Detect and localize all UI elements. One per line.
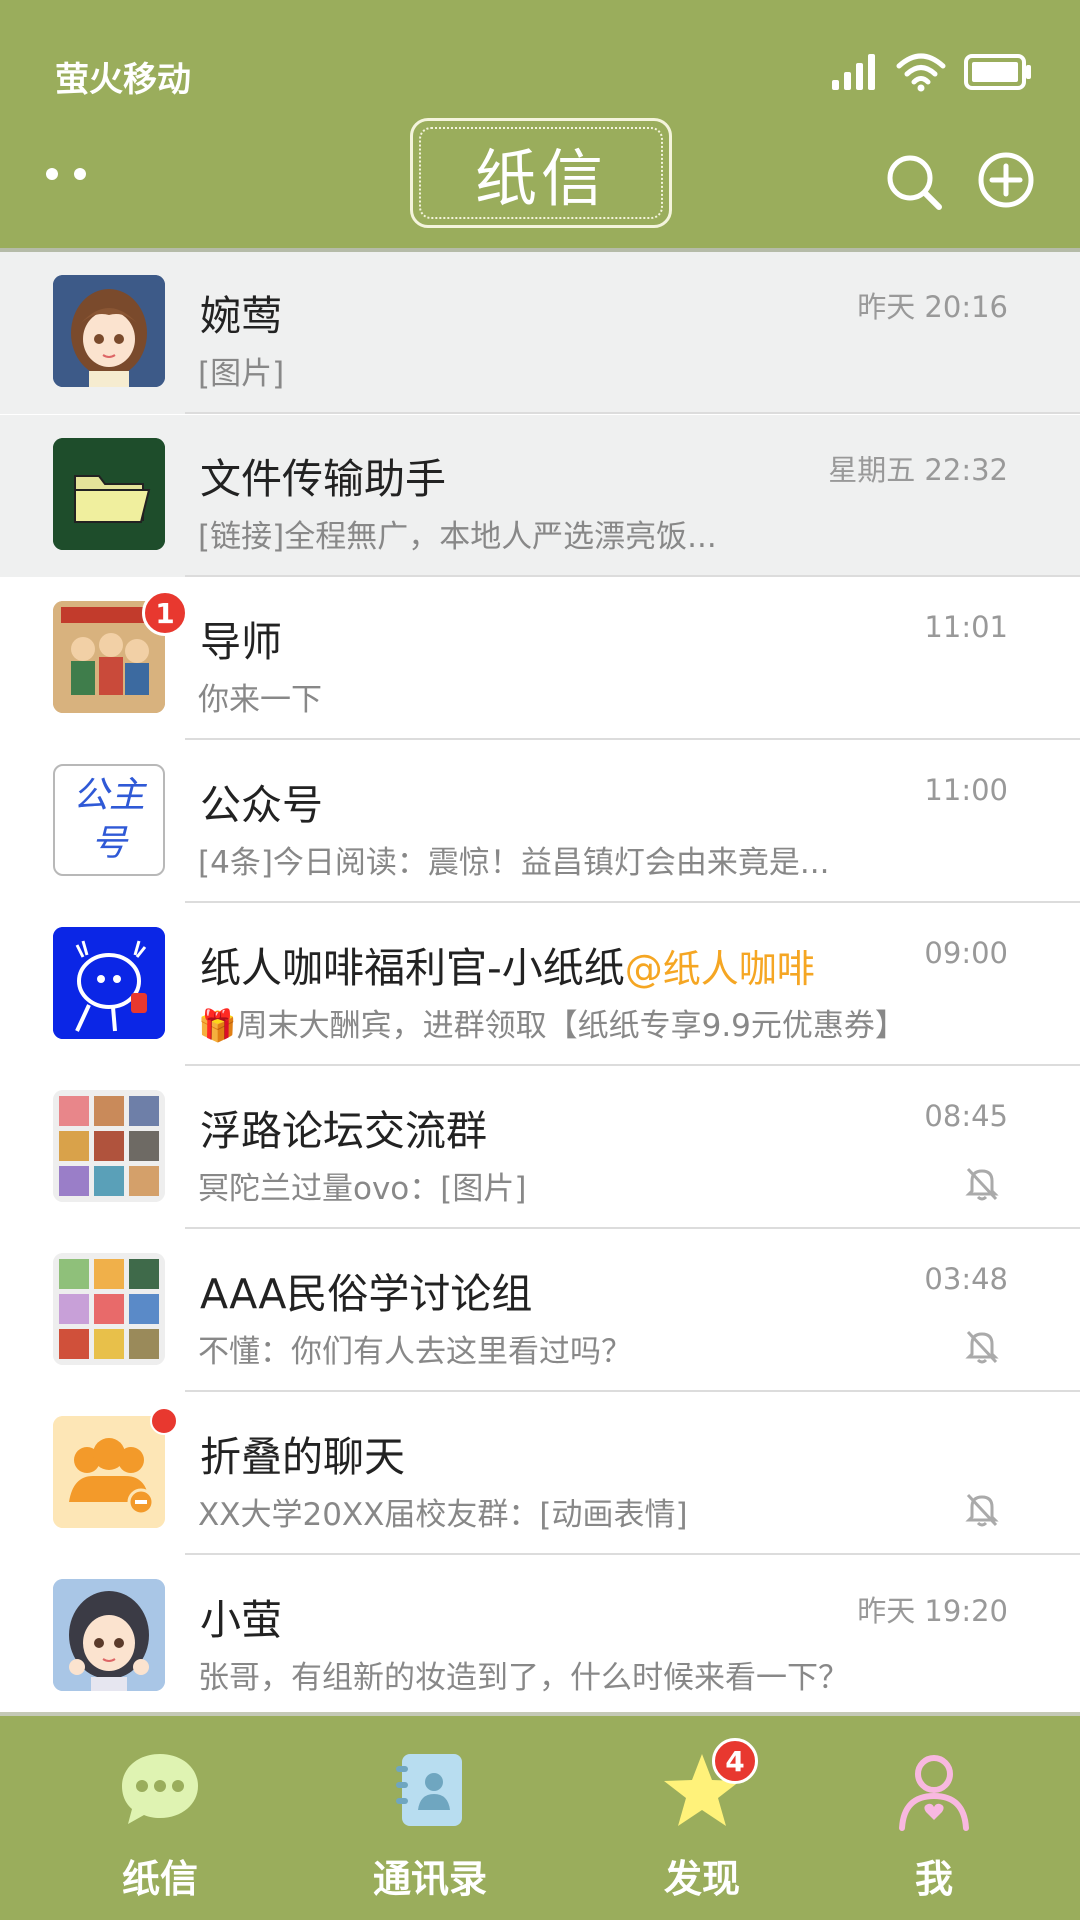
avatar (53, 1579, 165, 1691)
person-icon (899, 1755, 969, 1831)
contacts-book-icon (396, 1754, 462, 1826)
chat-preview: XX大学20XX届校友群：[动画表情] (198, 1497, 688, 1533)
chat-item-official-accounts[interactable]: 公主号 公众号 [4条]今日阅读：震惊！益昌镇灯会由来竟是... 11:00 (0, 741, 1080, 903)
carrier-name: 萤火移动 (55, 60, 191, 100)
chat-name: 折叠的聊天 (200, 1433, 405, 1481)
system-icons (830, 50, 1032, 94)
tab-label: 发现 (663, 1857, 740, 1901)
tab-me[interactable]: 我 (834, 1716, 1034, 1920)
add-circle-icon[interactable] (976, 150, 1036, 210)
chat-item-mentor[interactable]: 1 导师 你来一下 11:01 (0, 578, 1080, 740)
chat-item-wanying[interactable]: 婉莺 [图片] 昨天 20:16 (0, 252, 1080, 414)
chat-name: 公众号 (200, 781, 323, 829)
signal-icon (832, 54, 875, 90)
group-grid-avatar-icon (53, 1253, 165, 1365)
avatar (53, 1090, 165, 1202)
chat-name: 导师 (200, 618, 282, 666)
app-header: 纸信 (0, 112, 1080, 248)
mute-bell-icon (965, 1493, 999, 1527)
row-divider (185, 738, 1080, 740)
app-title: 纸信 (419, 127, 663, 219)
chat-item-xiaoying[interactable]: 小萤 张哥，有组新的妆造到了，什么时候来看一下？ 昨天 19:20 (0, 1556, 1080, 1718)
chat-preview: 不懂：你们有人去这里看过吗？ (198, 1334, 632, 1370)
tab-chats[interactable]: 纸信 (60, 1716, 260, 1920)
avatar: 公主号 (53, 764, 165, 876)
wifi-icon (896, 53, 946, 92)
tab-label: 我 (914, 1857, 953, 1901)
chat-name: AAA民俗学讨论组 (200, 1270, 533, 1318)
avatar (53, 1416, 165, 1528)
folded-group-icon (53, 1416, 165, 1528)
avatar (53, 1253, 165, 1365)
avatar-text: 公主号 (72, 775, 145, 864)
chat-name-text: 纸人咖啡福利官-小纸纸 (200, 944, 625, 992)
chat-preview: [4条]今日阅读：震惊！益昌镇灯会由来竟是... (198, 845, 830, 881)
chat-preview: [图片] (198, 356, 285, 392)
row-divider (185, 412, 1080, 414)
chat-preview: 冥陀兰过量ovo：[图片] (198, 1171, 527, 1207)
chat-name: 纸人咖啡福利官-小纸纸@纸人咖啡 (200, 934, 815, 994)
chat-preview: 🎁周末大酬宾，进群领取【纸纸专享9.9元优惠券】 (198, 1008, 906, 1044)
search-icon[interactable] (884, 152, 944, 212)
girl-avatar-icon (53, 275, 165, 387)
avatar (53, 927, 165, 1039)
mascot-icon (53, 927, 165, 1039)
chat-name: 婉莺 (200, 292, 282, 340)
chat-time: 昨天 20:16 (857, 290, 1008, 324)
chat-name: 小萤 (200, 1596, 282, 1644)
chat-list[interactable]: 婉莺 [图片] 昨天 20:16 文件传输助手 [链接]全程無广，本地人严选漂亮… (0, 252, 1080, 1712)
avatar (53, 275, 165, 387)
mute-bell-icon (965, 1330, 999, 1364)
app-title-frame: 纸信 (410, 118, 672, 228)
chat-item-paper-coffee[interactable]: 纸人咖啡福利官-小纸纸@纸人咖啡 🎁周末大酬宾，进群领取【纸纸专享9.9元优惠券… (0, 904, 1080, 1066)
chat-preview: [链接]全程無广，本地人严选漂亮饭... (198, 519, 717, 555)
girl-avatar-icon (53, 1579, 165, 1691)
folder-icon (53, 438, 165, 550)
row-divider (185, 1553, 1080, 1555)
group-grid-avatar-icon (53, 1090, 165, 1202)
chat-item-file-transfer[interactable]: 文件传输助手 [链接]全程無广，本地人严选漂亮饭... 星期五 22:32 (0, 415, 1080, 577)
row-divider (185, 1227, 1080, 1229)
tab-label: 通讯录 (372, 1857, 487, 1901)
battery-icon (964, 54, 1031, 90)
chat-preview: 张哥，有组新的妆造到了，什么时候来看一下？ (198, 1660, 849, 1696)
row-divider (185, 1390, 1080, 1392)
tab-discover[interactable]: 4 发现 (602, 1716, 802, 1920)
chat-time: 星期五 22:32 (828, 453, 1008, 487)
chat-time: 11:00 (924, 773, 1008, 807)
chat-item-folded-chats[interactable]: 折叠的聊天 XX大学20XX届校友群：[动画表情] (0, 1393, 1080, 1555)
mention-tag: @纸人咖啡 (624, 947, 815, 991)
chat-time: 03:48 (924, 1262, 1008, 1296)
unread-badge: 1 (142, 590, 188, 636)
chat-preview: 你来一下 (198, 682, 322, 718)
row-divider (185, 1064, 1080, 1066)
chat-time: 08:45 (924, 1099, 1008, 1133)
avatar (53, 438, 165, 550)
chat-time: 11:01 (924, 610, 1008, 644)
chat-item-folklore-group[interactable]: AAA民俗学讨论组 不懂：你们有人去这里看过吗？ 03:48 (0, 1230, 1080, 1392)
tab-contacts[interactable]: 通讯录 (330, 1716, 530, 1920)
discover-badge: 4 (712, 1738, 758, 1784)
chat-name: 文件传输助手 (200, 455, 446, 503)
mute-bell-icon (965, 1167, 999, 1201)
menu-dots-icon[interactable] (44, 164, 92, 184)
chat-time: 09:00 (924, 936, 1008, 970)
row-divider (185, 575, 1080, 577)
chat-item-fulu-forum[interactable]: 浮路论坛交流群 冥陀兰过量ovo：[图片] 08:45 (0, 1067, 1080, 1229)
tab-label: 纸信 (121, 1857, 198, 1901)
row-divider (185, 901, 1080, 903)
unread-dot (150, 1407, 178, 1435)
chat-name: 浮路论坛交流群 (200, 1107, 487, 1155)
status-bar: 萤火移动 (0, 0, 1080, 112)
bottom-tab-bar: 纸信 通讯录 4 发现 我 (0, 1712, 1080, 1920)
chat-time: 昨天 19:20 (857, 1594, 1008, 1628)
chat-bubble-icon (122, 1754, 198, 1824)
